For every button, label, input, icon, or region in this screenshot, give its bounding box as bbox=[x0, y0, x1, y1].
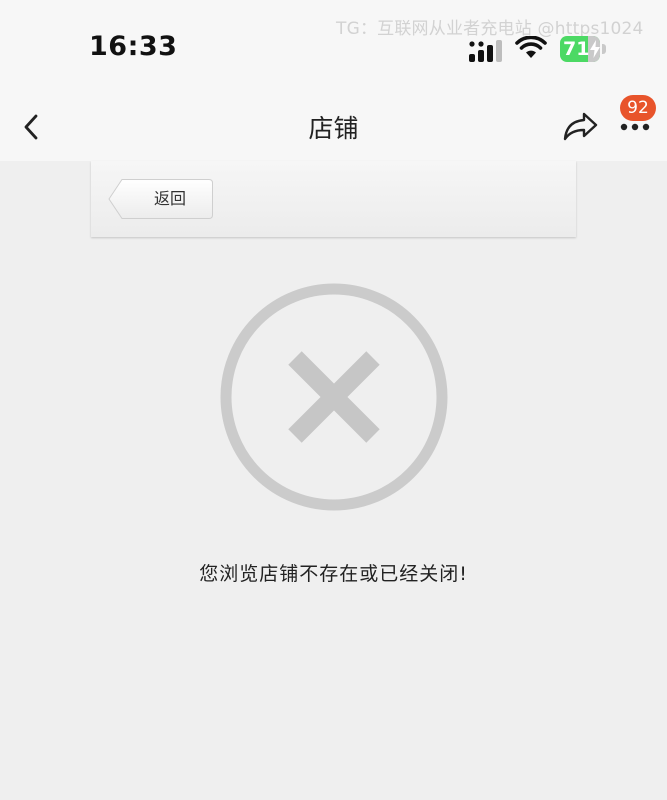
return-label: 返回 bbox=[153, 189, 186, 208]
circle-x-icon bbox=[220, 283, 448, 511]
battery-body: 71 bbox=[560, 36, 600, 62]
more-dots-icon bbox=[620, 123, 650, 131]
notification-badge: 92 bbox=[620, 95, 656, 121]
return-button[interactable]: 返回 bbox=[108, 178, 214, 220]
wifi-icon bbox=[515, 36, 547, 58]
nav-bar: 店铺 92 bbox=[0, 95, 667, 161]
battery-cap bbox=[602, 44, 606, 54]
share-arrow-icon[interactable] bbox=[562, 109, 600, 143]
cellular-signal-icon bbox=[469, 40, 502, 62]
status-time: 16:33 bbox=[89, 31, 178, 62]
charging-bolt-icon bbox=[590, 40, 600, 58]
header-panel: 返回 bbox=[91, 161, 576, 237]
more-button[interactable]: 92 bbox=[612, 95, 662, 145]
battery-indicator: 71 bbox=[560, 36, 608, 62]
status-bar: TG：互联网从业者充电站 @https1024 16:33 71 bbox=[0, 0, 667, 95]
battery-level: 71 bbox=[563, 38, 590, 60]
error-message: 您浏览店铺不存在或已经关闭! bbox=[199, 563, 468, 585]
